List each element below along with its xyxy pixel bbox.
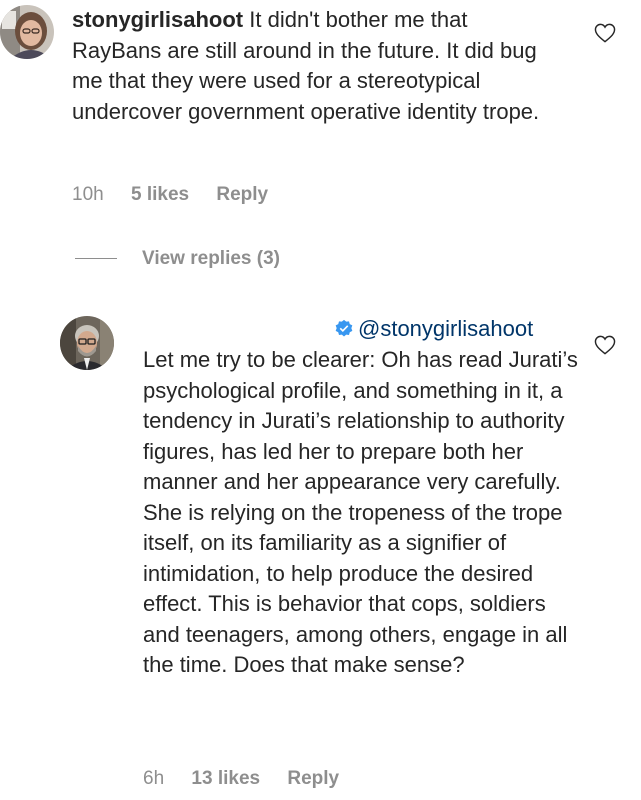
comment-meta: 10h 5 likes Reply — [72, 184, 290, 206]
comment-timestamp: 10h — [72, 184, 104, 205]
mention-link[interactable]: @stonygirlisahoot — [358, 316, 533, 341]
comment-body: stonygirlisahoot It didn't bother me tha… — [72, 5, 562, 127]
heart-icon — [594, 23, 616, 43]
verified-badge-icon — [335, 319, 353, 337]
view-replies-button[interactable]: View replies (3) — [75, 248, 280, 270]
user-avatar-woman-icon — [0, 5, 54, 59]
likes-count[interactable]: 5 likes — [131, 184, 189, 205]
reply-header: @stonygirlisahoot — [334, 316, 533, 342]
commenter-avatar[interactable] — [0, 5, 54, 59]
reply-body: Let me try to be clearer: Oh has read Ju… — [143, 347, 578, 677]
comment-thread: stonygirlisahoot It didn't bother me tha… — [0, 0, 641, 800]
reply-button[interactable]: Reply — [287, 768, 339, 789]
reply-meta: 6h 13 likes Reply — [143, 768, 361, 790]
reply-button[interactable]: Reply — [216, 184, 268, 205]
like-button[interactable] — [594, 335, 616, 355]
replier-avatar[interactable] — [60, 316, 114, 370]
like-button[interactable] — [594, 23, 616, 43]
divider — [75, 258, 117, 260]
likes-count[interactable]: 13 likes — [191, 768, 260, 789]
reply-timestamp: 6h — [143, 768, 165, 789]
heart-icon — [594, 335, 616, 355]
view-replies-label: View replies (3) — [142, 248, 280, 269]
user-avatar-man-icon — [60, 316, 114, 370]
comment-username[interactable]: stonygirlisahoot — [72, 7, 243, 32]
verified-badge — [334, 319, 354, 339]
